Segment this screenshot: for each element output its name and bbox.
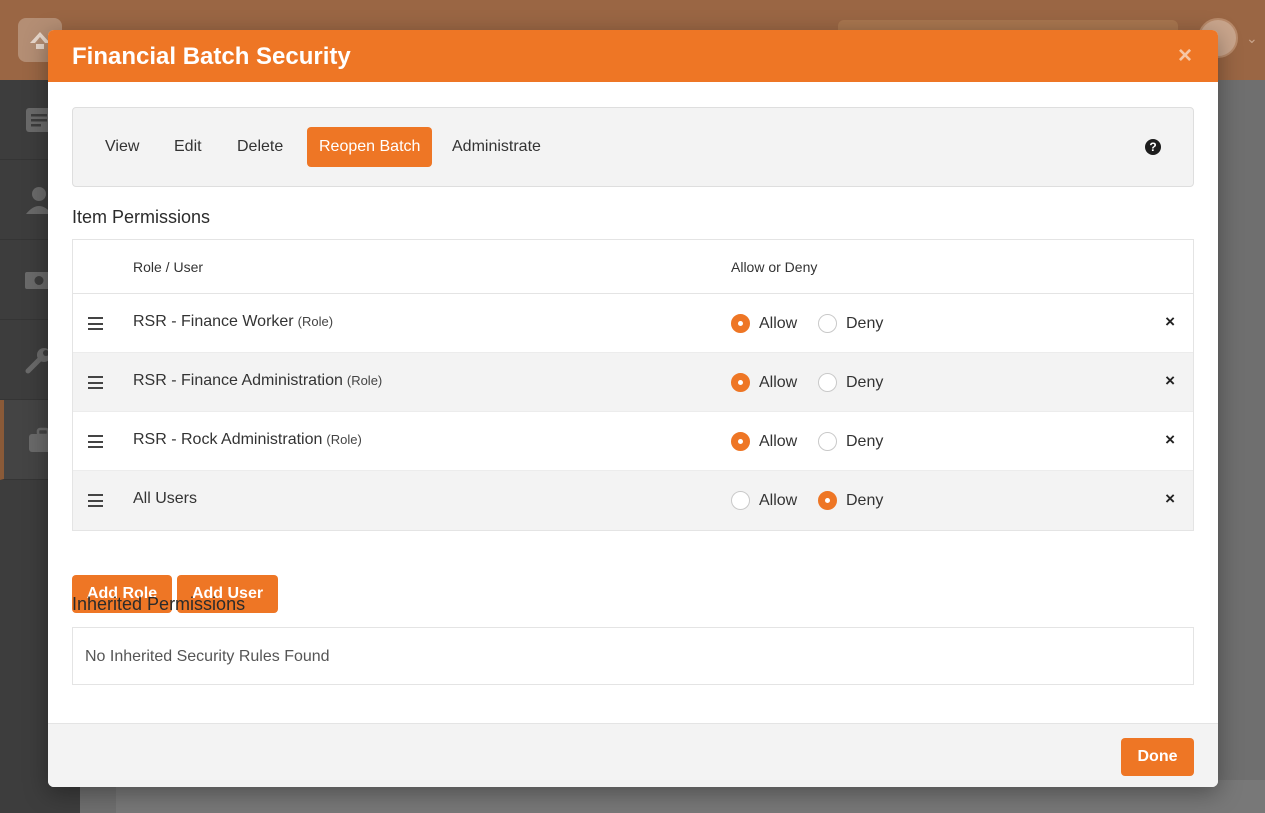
allow-label: Allow — [759, 373, 798, 391]
item-permissions-title: Item Permissions — [72, 207, 211, 227]
tab-edit[interactable]: Edit — [162, 127, 214, 167]
radio-on-icon[interactable] — [818, 491, 837, 510]
remove-icon[interactable]: × — [1165, 371, 1175, 391]
column-role-user: Role / User — [133, 259, 204, 275]
deny-label: Deny — [846, 491, 884, 509]
drag-handle-icon[interactable] — [88, 494, 103, 507]
modal-footer: Done — [48, 723, 1218, 787]
deny-radio[interactable]: Deny — [818, 432, 883, 451]
allow-label: Allow — [759, 432, 798, 450]
allow-radio[interactable]: Allow — [731, 314, 797, 333]
role-name: RSR - Rock Administration (Role) — [133, 431, 362, 449]
role-name-text: RSR - Finance Worker — [133, 313, 294, 330]
table-row: All Users Allow Deny × — [73, 471, 1193, 530]
inherited-permissions-box: No Inherited Security Rules Found — [72, 627, 1194, 685]
close-icon[interactable]: × — [1178, 44, 1192, 68]
tab-delete[interactable]: Delete — [225, 127, 295, 167]
inherited-empty-text: No Inherited Security Rules Found — [85, 648, 330, 665]
role-name: RSR - Finance Worker (Role) — [133, 313, 333, 331]
help-icon[interactable]: ? — [1145, 139, 1161, 155]
permissions-table: Role / User Allow or Deny RSR - Finance … — [72, 239, 1194, 531]
radio-off-icon[interactable] — [818, 314, 837, 333]
role-name: All Users — [133, 490, 197, 508]
security-modal: Financial Batch Security × View Edit Del… — [48, 30, 1218, 787]
allow-label: Allow — [759, 314, 798, 332]
deny-label: Deny — [846, 432, 884, 450]
drag-handle-icon[interactable] — [88, 317, 103, 330]
action-tabs: View Edit Delete Reopen Batch Administra… — [72, 107, 1194, 187]
inherited-permissions-title: Inherited Permissions — [72, 594, 246, 614]
role-name: RSR - Finance Administration (Role) — [133, 372, 382, 390]
tab-administrate[interactable]: Administrate — [440, 127, 553, 167]
deny-label: Deny — [846, 373, 884, 391]
allow-radio[interactable]: Allow — [731, 432, 797, 451]
tab-reopen-batch[interactable]: Reopen Batch — [307, 127, 433, 167]
radio-on-icon[interactable] — [731, 314, 750, 333]
deny-radio[interactable]: Deny — [818, 373, 883, 392]
table-row: RSR - Finance Administration (Role) Allow… — [73, 353, 1193, 412]
deny-radio[interactable]: Deny — [818, 314, 883, 333]
modal-header: Financial Batch Security × — [48, 30, 1218, 82]
remove-icon[interactable]: × — [1165, 430, 1175, 450]
deny-radio[interactable]: Deny — [818, 491, 883, 510]
deny-label: Deny — [846, 314, 884, 332]
role-tag: (Role) — [346, 373, 383, 388]
role-name-text: RSR - Finance Administration — [133, 372, 343, 389]
modal-body: View Edit Delete Reopen Batch Administra… — [72, 107, 1194, 685]
column-allow-deny: Allow or Deny — [731, 259, 818, 275]
done-button[interactable]: Done — [1121, 738, 1194, 776]
drag-handle-icon[interactable] — [88, 435, 103, 448]
role-name-text: RSR - Rock Administration — [133, 431, 323, 448]
role-name-text: All Users — [133, 490, 198, 507]
remove-icon[interactable]: × — [1165, 489, 1175, 509]
radio-on-icon[interactable] — [731, 432, 750, 451]
role-tag: (Role) — [297, 314, 334, 329]
tab-view[interactable]: View — [93, 127, 151, 167]
table-header: Role / User Allow or Deny — [73, 240, 1193, 294]
table-row: RSR - Rock Administration (Role) Allow De… — [73, 412, 1193, 471]
allow-radio[interactable]: Allow — [731, 373, 797, 392]
allow-label: Allow — [759, 491, 798, 509]
chevron-down-icon: ⌄ — [1246, 30, 1258, 46]
radio-off-icon[interactable] — [731, 491, 750, 510]
allow-radio[interactable]: Allow — [731, 491, 797, 510]
radio-off-icon[interactable] — [818, 373, 837, 392]
remove-icon[interactable]: × — [1165, 312, 1175, 332]
radio-on-icon[interactable] — [731, 373, 750, 392]
modal-title: Financial Batch Security — [72, 43, 351, 70]
drag-handle-icon[interactable] — [88, 376, 103, 389]
role-tag: (Role) — [326, 432, 362, 447]
table-row: RSR - Finance Worker (Role) Allow Deny × — [73, 294, 1193, 353]
radio-off-icon[interactable] — [818, 432, 837, 451]
